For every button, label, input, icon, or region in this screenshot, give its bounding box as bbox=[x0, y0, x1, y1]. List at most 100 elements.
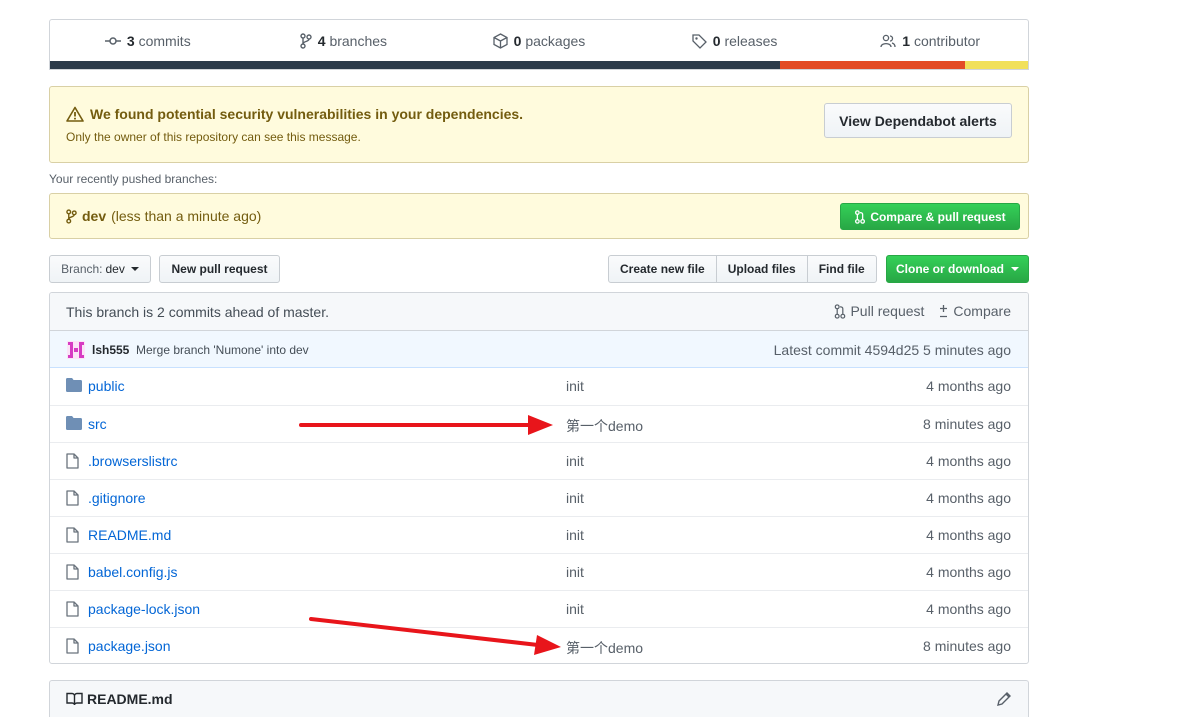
security-alert-subtitle: Only the owner of this repository can se… bbox=[66, 130, 361, 144]
pull-request-link-label: Pull request bbox=[850, 303, 925, 319]
file-name-link[interactable]: .browserslistrc bbox=[88, 453, 177, 469]
file-row: .gitignore init 4 months ago bbox=[50, 479, 1028, 516]
language-segment-0 bbox=[50, 61, 780, 69]
file-commit-message[interactable]: 第一个demo bbox=[566, 416, 643, 436]
file-age: 4 months ago bbox=[926, 527, 1011, 543]
file-name-link[interactable]: package.json bbox=[88, 638, 171, 654]
compare-link[interactable]: Compare bbox=[938, 303, 1011, 319]
file-commit-message[interactable]: init bbox=[566, 378, 584, 394]
file-row: babel.config.js init 4 months ago bbox=[50, 553, 1028, 590]
latest-commit-row: lsh555 Merge branch 'Numone' into dev La… bbox=[50, 331, 1028, 368]
releases-label: releases bbox=[724, 33, 778, 49]
releases-summary[interactable]: 0 releases bbox=[637, 33, 833, 49]
recent-branch-time: (less than a minute ago) bbox=[111, 208, 262, 224]
file-age: 8 minutes ago bbox=[923, 638, 1011, 654]
find-file-button[interactable]: Find file bbox=[806, 255, 877, 283]
branch-icon bbox=[66, 208, 77, 224]
packages-summary[interactable]: 0 packages bbox=[441, 33, 637, 49]
file-icon bbox=[66, 601, 79, 617]
latest-commit-info[interactable]: Latest commit 4594d25 5 minutes ago bbox=[774, 342, 1011, 358]
view-dependabot-alerts-button[interactable]: View Dependabot alerts bbox=[824, 103, 1012, 138]
branch-select-menu[interactable]: Branch: dev bbox=[49, 255, 151, 283]
contributors-summary[interactable]: 1 contributor bbox=[832, 33, 1028, 49]
pencil-icon[interactable] bbox=[996, 691, 1012, 707]
file-name-link[interactable]: public bbox=[88, 378, 125, 394]
clone-or-download-label: Clone or download bbox=[896, 262, 1004, 276]
file-commit-message[interactable]: init bbox=[566, 453, 584, 469]
create-new-file-button[interactable]: Create new file bbox=[608, 255, 717, 283]
packages-label: packages bbox=[525, 33, 586, 49]
caret-down-icon bbox=[130, 267, 139, 271]
pull-request-icon bbox=[855, 209, 866, 224]
file-name-link[interactable]: babel.config.js bbox=[88, 564, 178, 580]
diff-icon bbox=[940, 305, 948, 318]
file-icon bbox=[66, 453, 79, 469]
clone-or-download-button[interactable]: Clone or download bbox=[886, 255, 1029, 283]
avatar[interactable] bbox=[67, 341, 85, 359]
file-name-link[interactable]: src bbox=[88, 416, 107, 432]
file-age: 4 months ago bbox=[926, 453, 1011, 469]
contributors-label: contributor bbox=[913, 33, 981, 49]
branches-count: 4 bbox=[317, 33, 326, 49]
file-commit-message[interactable]: init bbox=[566, 564, 584, 580]
pull-request-icon bbox=[835, 303, 846, 319]
file-age: 8 minutes ago bbox=[923, 416, 1011, 432]
file-age: 4 months ago bbox=[926, 601, 1011, 617]
new-pull-request-button[interactable]: New pull request bbox=[159, 255, 280, 283]
contributors-count: 1 bbox=[902, 33, 911, 49]
file-age: 4 months ago bbox=[926, 378, 1011, 394]
branch-status-bar: This branch is 2 commits ahead of master… bbox=[50, 293, 1028, 331]
branch-icon bbox=[300, 33, 312, 49]
commits-summary[interactable]: 3 commits bbox=[50, 33, 246, 49]
recent-branches-label: Your recently pushed branches: bbox=[49, 172, 218, 186]
file-name-link[interactable]: .gitignore bbox=[88, 490, 146, 506]
file-row: .browserslistrc init 4 months ago bbox=[50, 442, 1028, 479]
file-commit-message[interactable]: init bbox=[566, 490, 584, 506]
security-alert-title: We found potential security vulnerabilit… bbox=[90, 106, 524, 122]
readme-header: README.md bbox=[49, 680, 1029, 717]
file-age: 4 months ago bbox=[926, 564, 1011, 580]
file-icon bbox=[66, 527, 79, 543]
pull-request-link[interactable]: Pull request bbox=[834, 303, 924, 319]
language-segment-1 bbox=[779, 61, 966, 69]
file-name-link[interactable]: package-lock.json bbox=[88, 601, 200, 617]
book-icon bbox=[66, 692, 83, 706]
file-row: package.json 第一个demo 8 minutes ago bbox=[50, 627, 1028, 663]
file-row: src 第一个demo 8 minutes ago bbox=[50, 405, 1028, 442]
recent-branch-banner: dev (less than a minute ago) Compare & p… bbox=[49, 193, 1029, 239]
file-commit-message[interactable]: init bbox=[566, 527, 584, 543]
readme-title: README.md bbox=[87, 691, 173, 707]
recent-branch-name[interactable]: dev bbox=[82, 208, 106, 224]
language-bar[interactable] bbox=[50, 61, 1028, 69]
upload-files-button[interactable]: Upload files bbox=[715, 255, 808, 283]
commits-label: commits bbox=[138, 33, 191, 49]
caret-down-icon bbox=[1011, 267, 1019, 271]
branch-ahead-text: This branch is 2 commits ahead of master… bbox=[66, 304, 329, 320]
packages-count: 0 bbox=[513, 33, 522, 49]
file-age: 4 months ago bbox=[926, 490, 1011, 506]
file-icon bbox=[66, 564, 79, 580]
security-alert: We found potential security vulnerabilit… bbox=[49, 86, 1029, 163]
file-actions-group: Create new file Upload files Find file bbox=[608, 255, 877, 283]
file-commit-message[interactable]: 第一个demo bbox=[566, 638, 643, 658]
folder-icon bbox=[66, 378, 82, 392]
commit-message[interactable]: Merge branch 'Numone' into dev bbox=[136, 343, 309, 357]
file-icon bbox=[66, 490, 79, 506]
file-list: public init 4 months ago src 第一个demo 8 minute… bbox=[50, 368, 1028, 663]
commit-icon bbox=[104, 37, 121, 45]
branch-select-value: dev bbox=[105, 262, 125, 276]
file-row: package-lock.json init 4 months ago bbox=[50, 590, 1028, 627]
file-name-link[interactable]: README.md bbox=[88, 527, 171, 543]
file-commit-message[interactable]: init bbox=[566, 601, 584, 617]
releases-count: 0 bbox=[712, 33, 721, 49]
commit-author[interactable]: lsh555 bbox=[92, 343, 129, 357]
file-row: README.md init 4 months ago bbox=[50, 516, 1028, 553]
compare-link-label: Compare bbox=[953, 303, 1011, 319]
branches-summary[interactable]: 4 branches bbox=[246, 33, 442, 49]
branch-select-label: Branch: bbox=[61, 262, 103, 276]
repo-summary-bar: 3 commits 4 branches 0 packages 0 releas… bbox=[49, 19, 1029, 70]
branches-label: branches bbox=[329, 33, 388, 49]
compare-pull-request-button[interactable]: Compare & pull request bbox=[840, 203, 1020, 230]
tag-icon bbox=[692, 33, 707, 49]
people-icon bbox=[880, 34, 896, 48]
